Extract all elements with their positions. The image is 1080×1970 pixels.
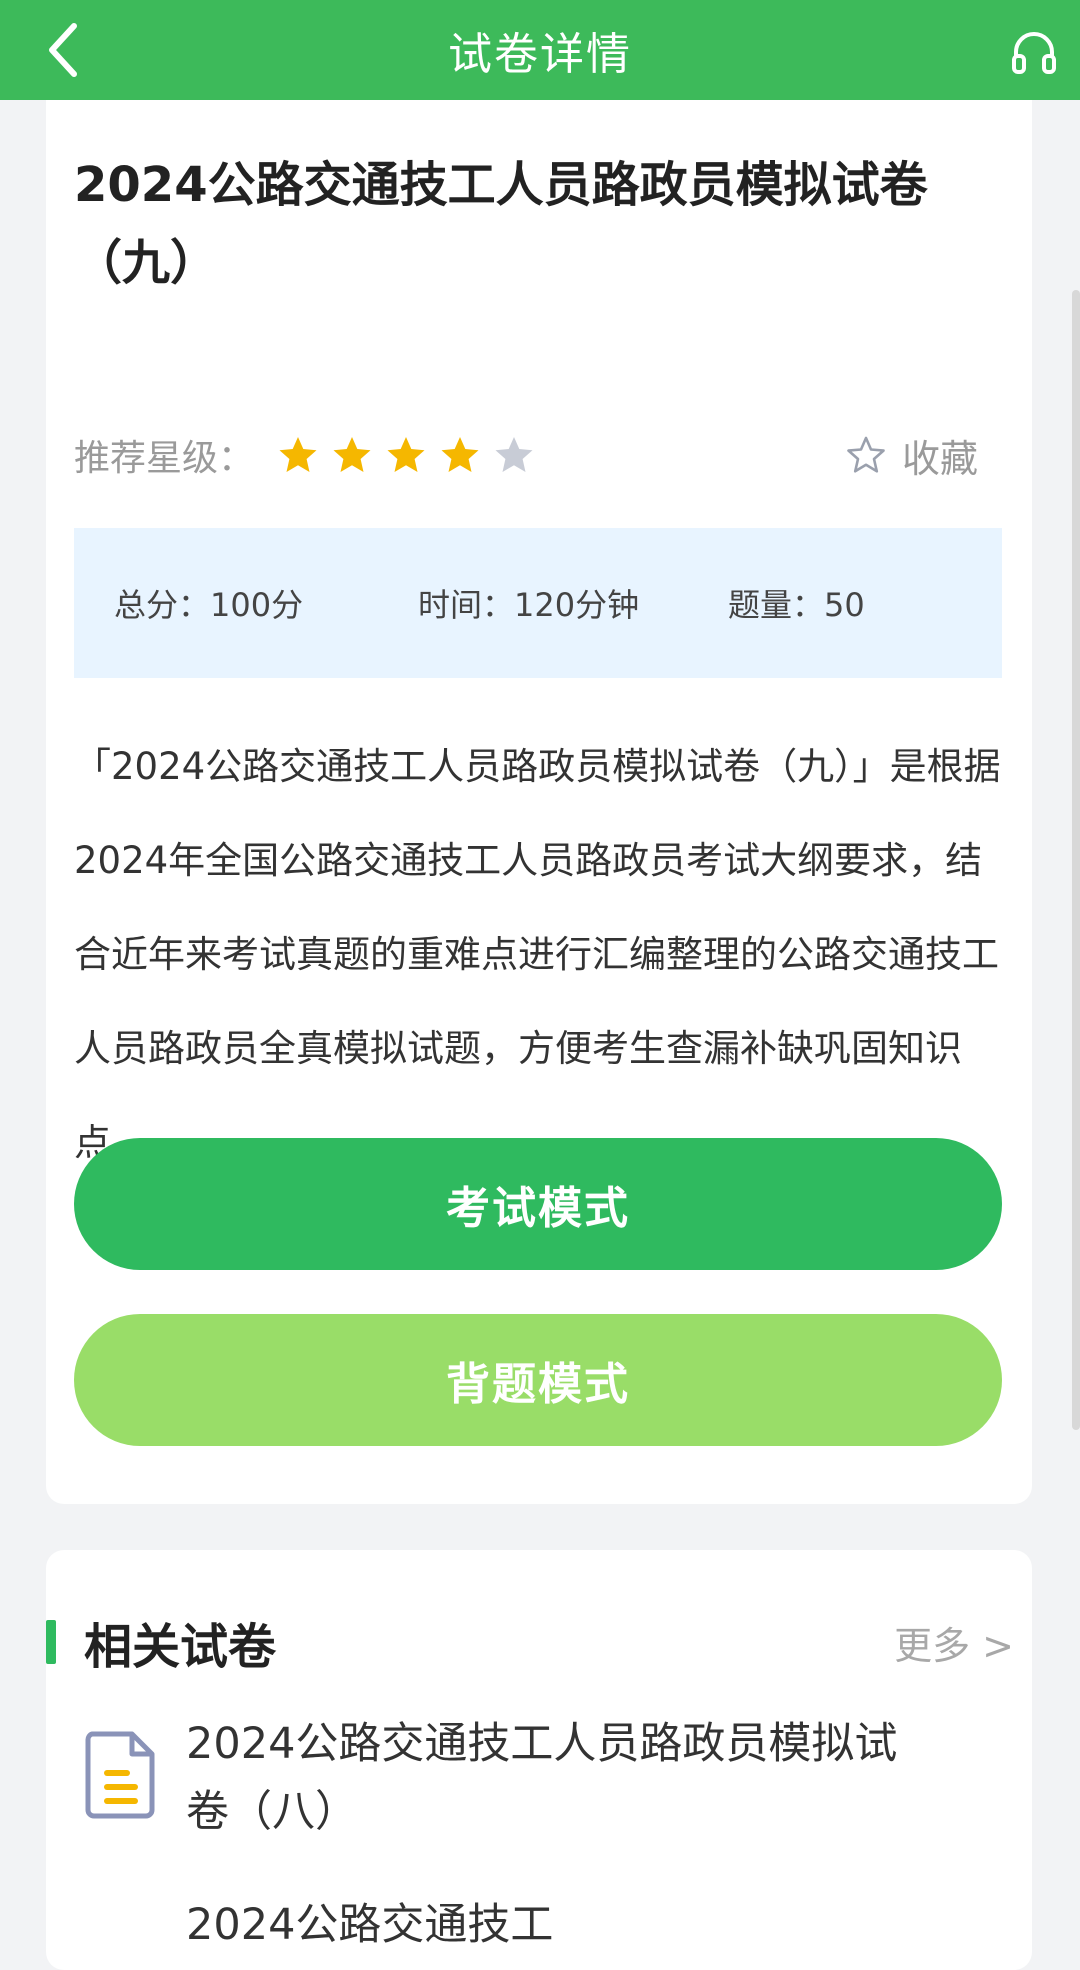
star-outline-icon — [847, 436, 885, 473]
paper-description: 「2024公路交通技工人员路政员模拟试卷（九）」是根据2024年全国公路交通技工… — [74, 745, 1001, 1164]
page-title: 试卷详情 — [448, 29, 632, 80]
support-button[interactable] — [1010, 28, 1058, 76]
related-paper-title: 2024公路交通技工人员路政员模拟试卷（八） — [186, 1719, 898, 1837]
headset-icon — [1012, 32, 1056, 74]
exam-time: 时间：120分钟 — [418, 586, 640, 624]
related-section-title: 相关试卷 — [84, 1619, 277, 1675]
question-count: 题量：50 — [728, 586, 865, 624]
paper-stats: 总分：100分 时间：120分钟 题量：50 — [74, 528, 1002, 678]
star-filled-icon — [279, 437, 317, 472]
star-filled-icon — [333, 437, 371, 472]
star-filled-icon — [387, 437, 425, 472]
back-button[interactable] — [36, 22, 92, 78]
related-papers-card: 相关试卷 更多 > 2024公路交通技工人员路政员模拟试卷（八） 2024公路交… — [46, 1550, 1032, 1970]
document-icon — [85, 1731, 155, 1819]
top-navigation-bar: 试卷详情 — [0, 0, 1080, 100]
favorite-button[interactable]: 收藏 — [846, 428, 978, 483]
exam-mode-button[interactable]: 考试模式 — [74, 1138, 1002, 1270]
favorite-label: 收藏 — [901, 436, 978, 481]
paper-detail-card: 2024公路交通技工人员路政员模拟试卷（九） 推荐星级： 收藏 总分：100分 … — [46, 100, 1032, 1504]
rating-label: 推荐星级： — [74, 438, 255, 479]
chevron-left-icon — [49, 23, 77, 77]
more-link[interactable]: 更多 > — [894, 1615, 1014, 1670]
scrollbar[interactable] — [1072, 290, 1080, 1430]
paper-title: 2024公路交通技工人员路政员模拟试卷（九） — [74, 157, 928, 291]
related-paper-item[interactable]: 2024公路交通技工 — [186, 1890, 553, 1952]
rating-stars — [278, 435, 534, 475]
related-section-header: 相关试卷 更多 > — [46, 1602, 1032, 1682]
related-paper-title: 2024公路交通技工 — [186, 1900, 554, 1950]
section-accent-bar — [46, 1620, 56, 1664]
recite-mode-button[interactable]: 背题模式 — [74, 1314, 1002, 1446]
rating-row: 推荐星级： 收藏 — [74, 420, 1014, 490]
total-score: 总分：100分 — [114, 586, 304, 624]
related-paper-item[interactable]: 2024公路交通技工人员路政员模拟试卷（八） — [82, 1710, 982, 1870]
star-empty-icon — [495, 437, 533, 472]
star-filled-icon — [441, 437, 479, 472]
